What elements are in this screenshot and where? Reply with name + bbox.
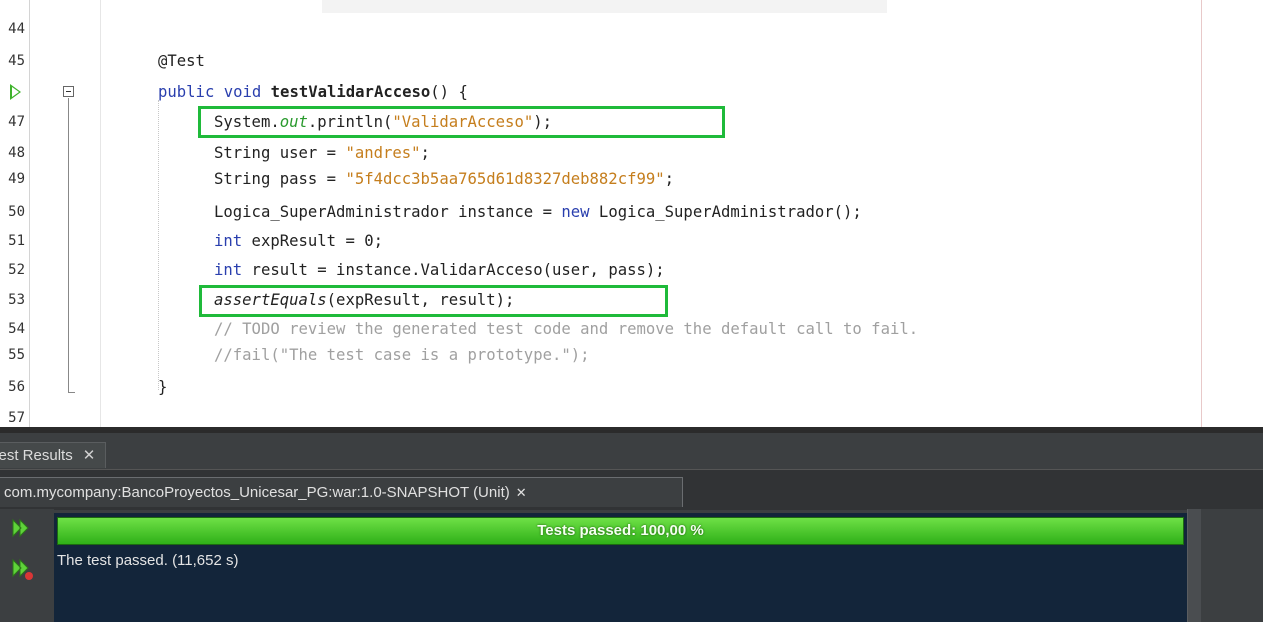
highlight-box	[198, 106, 725, 138]
test-output-text: The test passed. (11,652 s)	[57, 552, 239, 569]
line-number: 51	[8, 233, 25, 249]
right-rail	[1201, 509, 1263, 622]
code-line[interactable]: 52 int result = instance.ValidarAcceso(u…	[0, 257, 1263, 283]
code-text: ;	[664, 170, 675, 188]
line-number: 53	[8, 292, 25, 308]
highlight-box	[199, 285, 668, 317]
code-line[interactable]: 44	[0, 16, 1263, 42]
test-output-area: Tests passed: 100,00 % The test passed. …	[54, 513, 1187, 622]
code-text: () {	[430, 83, 468, 101]
panel-tab-bar: Test Results ✕	[0, 433, 1263, 469]
close-icon[interactable]: ✕	[516, 485, 527, 500]
tab-project-unit-label: com.mycompany:BancoProyectos_Unicesar_PG…	[4, 484, 510, 501]
vertical-scrollbar[interactable]	[1187, 509, 1202, 622]
code-text: Logica_SuperAdministrador();	[589, 203, 862, 221]
string-literal: "andres"	[345, 144, 421, 162]
code-editor[interactable]: 44 45 @Test public void testValidarAcces…	[0, 0, 1263, 427]
test-results-panel: Test Results ✕ com.mycompany:BancoProyect…	[0, 427, 1263, 622]
test-toolbar	[0, 509, 54, 622]
keyword: new	[561, 203, 590, 221]
method-name: testValidarAcceso	[270, 83, 431, 101]
tab-test-results[interactable]: Test Results ✕	[0, 442, 107, 468]
code-text: Logica_SuperAdministrador instance =	[214, 203, 562, 221]
line-number: 50	[8, 204, 25, 220]
code-line[interactable]: 48 String user = "andres";	[0, 140, 1263, 166]
stop-dot	[25, 572, 33, 580]
code-line[interactable]: 51 int expResult = 0;	[0, 228, 1263, 254]
code-line[interactable]: 57	[0, 405, 1263, 427]
comment: //fail("The test case is a prototype.");	[214, 346, 590, 364]
line-number: 57	[8, 410, 25, 426]
rerun-failed-icon[interactable]	[10, 557, 33, 580]
code-text: }	[158, 378, 168, 396]
annotation: @Test	[158, 52, 205, 70]
line-number: 49	[8, 171, 25, 187]
line-number: 48	[8, 145, 25, 161]
progress-label: Tests passed: 100,00 %	[537, 522, 704, 539]
code-line[interactable]: 55 //fail("The test case is a prototype.…	[0, 342, 1263, 368]
code-text: String pass =	[214, 170, 346, 188]
keyword: int	[214, 232, 243, 250]
line-number: 45	[8, 53, 25, 69]
string-literal: "5f4dcc3b5aa765d61d8327deb882cf99"	[345, 170, 665, 188]
close-icon[interactable]: ✕	[83, 447, 96, 464]
line-number: 55	[8, 347, 25, 363]
line-number: 44	[8, 21, 25, 37]
line-number: 47	[8, 114, 25, 130]
code-line[interactable]: 49 String pass = "5f4dcc3b5aa765d61d8327…	[0, 166, 1263, 192]
code-line[interactable]: 50 Logica_SuperAdministrador instance = …	[0, 199, 1263, 225]
line-number: 56	[8, 379, 25, 395]
comment: // TODO review the generated test code a…	[214, 320, 919, 338]
line-number: 54	[8, 321, 25, 337]
keyword: int	[214, 261, 243, 279]
code-text: expResult = 0;	[242, 232, 383, 250]
code-text: ;	[420, 144, 430, 162]
code-line[interactable]: 56 }	[0, 374, 1263, 400]
tab-project-unit[interactable]: com.mycompany:BancoProyectos_Unicesar_PG…	[0, 477, 683, 507]
code-text: String user =	[214, 144, 346, 162]
code-line[interactable]: 45 @Test	[0, 48, 1263, 74]
rerun-icon[interactable]	[10, 517, 32, 539]
progress-bar: Tests passed: 100,00 %	[57, 517, 1184, 545]
code-line[interactable]: public void testValidarAcceso() {	[0, 79, 1263, 105]
code-text: result = instance.ValidarAcceso(user, pa…	[242, 261, 665, 279]
keyword: public void	[158, 83, 271, 101]
line-number: 52	[8, 262, 25, 278]
tab-test-results-label: Test Results	[0, 447, 73, 464]
editor-top-strip	[322, 0, 887, 13]
project-tab-bar: com.mycompany:BancoProyectos_Unicesar_PG…	[0, 469, 1263, 510]
code-line[interactable]: 54 // TODO review the generated test cod…	[0, 316, 1263, 342]
